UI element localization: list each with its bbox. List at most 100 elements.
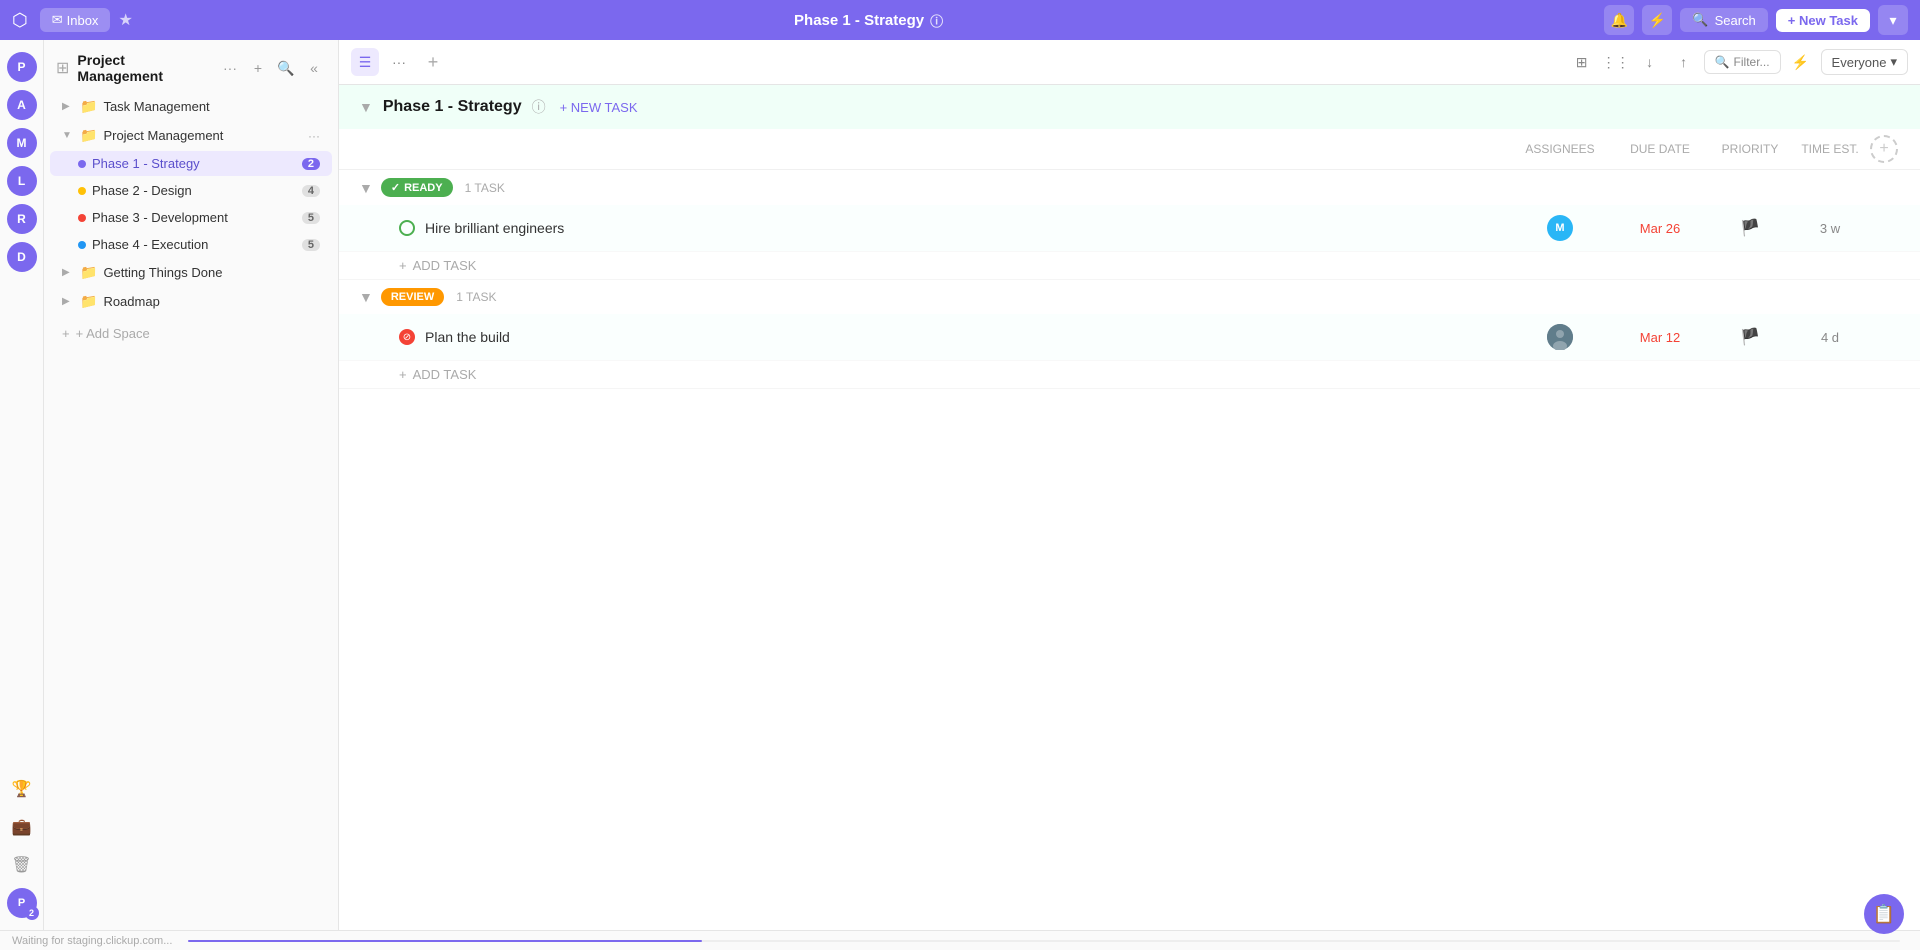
nav-dropdown-button[interactable]: ▾ <box>1878 5 1908 35</box>
sidebar-item-phase4-execution[interactable]: Phase 4 - Execution 5 <box>50 232 332 257</box>
phase4-dot <box>78 241 86 249</box>
content-area: ▼ Phase 1 - Strategy ⓘ + NEW TASK ASSIGN… <box>339 85 1920 930</box>
workspace-avatar-p[interactable]: P <box>7 52 37 82</box>
sidebar-item-task-management[interactable]: ▶ 📁 Task Management <box>50 93 332 120</box>
chevron-right-icon: ▶ <box>62 267 74 278</box>
status-group-header-review: ▼ REVIEW 1 TASK <box>339 280 1920 314</box>
assignee-avatar[interactable]: M <box>1547 215 1573 241</box>
filter-options-button[interactable]: ⚡ <box>1787 48 1815 76</box>
task-priority: 🏴 <box>1710 218 1790 238</box>
priority-flag-icon: 🏴 <box>1740 218 1760 238</box>
trash-icon[interactable]: 🗑 <box>7 850 37 880</box>
checkmark-icon: ✓ <box>391 181 400 194</box>
folder-icon: 📁 <box>80 264 97 281</box>
task-due-date: Mar 26 <box>1610 221 1710 236</box>
right-panel: ☰ ··· + ⊞ ⋮⋮ ↓ ↑ 🔍 Filter... ⚡ Everyone … <box>339 40 1920 930</box>
col-header-time-est: TIME EST. <box>1790 142 1870 156</box>
review-collapse-button[interactable]: ▼ <box>359 289 373 305</box>
sidebar-grid-icon: ⊞ <box>56 58 69 78</box>
search-button[interactable]: 🔍 Search <box>1680 8 1767 32</box>
workspace-avatar-d[interactable]: D <box>7 242 37 272</box>
folder-icon: 📁 <box>80 293 97 310</box>
toolbar-add-button[interactable]: + <box>419 48 447 76</box>
briefcase-icon[interactable]: 💼 <box>7 812 37 842</box>
project-management-more[interactable]: ··· <box>308 129 320 143</box>
assignee-avatar[interactable] <box>1547 324 1573 350</box>
sidebar-collapse-button[interactable]: « <box>302 56 326 80</box>
task-assignee <box>1510 324 1610 350</box>
add-column-button[interactable]: + <box>1870 135 1898 163</box>
table-row[interactable]: Hire brilliant engineers M Mar 26 🏴 3 w <box>339 205 1920 252</box>
sidebar-actions: ··· + 🔍 « <box>218 56 326 80</box>
add-space-button[interactable]: + + Add Space <box>44 320 338 347</box>
sidebar-header: ⊞ Project Management ··· + 🔍 « <box>44 40 338 92</box>
task-time-est: 4 d <box>1790 330 1870 345</box>
filter-button[interactable]: 🔍 Filter... <box>1704 50 1781 74</box>
review-status-badge[interactable]: REVIEW <box>381 288 444 306</box>
task-assignee: M <box>1510 215 1610 241</box>
star-button[interactable]: ★ <box>118 10 132 30</box>
user-avatar-svg <box>1547 324 1573 350</box>
status-bar-text: Waiting for staging.clickup.com... <box>12 935 172 947</box>
status-group-review: ▼ REVIEW 1 TASK ⊘ Plan the build <box>339 280 1920 389</box>
workspace-avatar-m[interactable]: M <box>7 128 37 158</box>
table-row[interactable]: ⊘ Plan the build Mar 12 🏴 <box>339 314 1920 361</box>
top-navigation: ⬡ ✉ Inbox ★ Phase 1 - Strategy ⓘ 🔔 ⚡ 🔍 S… <box>0 0 1920 40</box>
ready-status-badge[interactable]: ✓ READY <box>381 178 453 197</box>
add-task-row-review[interactable]: + ADD TASK <box>339 361 1920 388</box>
phase-title: Phase 1 - Strategy <box>383 98 522 116</box>
toolbar-more-button[interactable]: ··· <box>385 48 413 76</box>
columns-view-button[interactable]: ⋮⋮ <box>1602 48 1630 76</box>
notification-button[interactable]: 🔔 <box>1604 5 1634 35</box>
new-task-link[interactable]: + NEW TASK <box>560 100 638 115</box>
workspace-avatar-r[interactable]: R <box>7 204 37 234</box>
workspace-avatar-l[interactable]: L <box>7 166 37 196</box>
phase2-dot <box>78 187 86 195</box>
add-task-row-ready[interactable]: + ADD TASK <box>339 252 1920 279</box>
priority-flag-icon: 🏴 <box>1740 327 1760 347</box>
plus-icon: + <box>399 258 407 273</box>
user-avatar[interactable]: P 2 <box>7 888 37 918</box>
sidebar-item-phase3-development[interactable]: Phase 3 - Development 5 <box>50 205 332 230</box>
phase3-count: 5 <box>302 212 320 224</box>
sidebar-add-button[interactable]: + <box>246 56 270 80</box>
phase-info-icon[interactable]: ⓘ <box>532 97 546 117</box>
download-button[interactable]: ↓ <box>1636 48 1664 76</box>
phase-collapse-button[interactable]: ▼ <box>359 99 373 115</box>
task-name: Plan the build <box>425 329 1510 345</box>
status-group-header-ready: ▼ ✓ READY 1 TASK <box>339 170 1920 205</box>
grid-view-button[interactable]: ⊞ <box>1568 48 1596 76</box>
toolbar: ☰ ··· + ⊞ ⋮⋮ ↓ ↑ 🔍 Filter... ⚡ Everyone … <box>339 40 1920 85</box>
sidebar-item-phase1-strategy[interactable]: Phase 1 - Strategy 2 <box>50 151 332 176</box>
sidebar-more-button[interactable]: ··· <box>218 56 242 80</box>
plus-icon: + <box>62 326 70 341</box>
sidebar-item-getting-things-done[interactable]: ▶ 📁 Getting Things Done <box>50 259 332 286</box>
lightning-button[interactable]: ⚡ <box>1642 5 1672 35</box>
sidebar-item-project-management[interactable]: ▼ 📁 Project Management ··· <box>50 122 332 149</box>
plus-icon: + <box>399 367 407 382</box>
ready-task-count: 1 TASK <box>465 181 505 195</box>
nav-right-section: 🔔 ⚡ 🔍 Search + New Task ▾ <box>1604 5 1908 35</box>
quick-action-button[interactable]: 📋 <box>1864 894 1904 934</box>
title-info-icon[interactable]: ⓘ <box>930 11 943 30</box>
phase1-count: 2 <box>302 158 320 170</box>
status-group-ready: ▼ ✓ READY 1 TASK Hire brilliant engineer… <box>339 170 1920 280</box>
sidebar-item-phase2-design[interactable]: Phase 2 - Design 4 <box>50 178 332 203</box>
app-logo[interactable]: ⬡ <box>12 10 28 31</box>
new-task-button[interactable]: + New Task <box>1776 9 1870 32</box>
inbox-button[interactable]: ✉ Inbox <box>40 8 111 32</box>
everyone-dropdown[interactable]: Everyone ▾ <box>1821 49 1908 75</box>
status-bar: Waiting for staging.clickup.com... 📋 <box>0 930 1920 950</box>
phase2-count: 4 <box>302 185 320 197</box>
sidebar-item-roadmap[interactable]: ▶ 📁 Roadmap <box>50 288 332 315</box>
export-button[interactable]: ↑ <box>1670 48 1698 76</box>
table-header: ASSIGNEES DUE DATE PRIORITY TIME EST. + <box>339 129 1920 170</box>
list-view-button[interactable]: ☰ <box>351 48 379 76</box>
sidebar-search-button[interactable]: 🔍 <box>274 56 298 80</box>
workspace-avatar-a[interactable]: A <box>7 90 37 120</box>
trophy-icon[interactable]: 🏆 <box>7 774 37 804</box>
chevron-right-icon: ▶ <box>62 101 74 112</box>
folder-icon: 📁 <box>80 127 97 144</box>
ready-collapse-button[interactable]: ▼ <box>359 180 373 196</box>
progress-bar-container <box>188 940 1900 942</box>
